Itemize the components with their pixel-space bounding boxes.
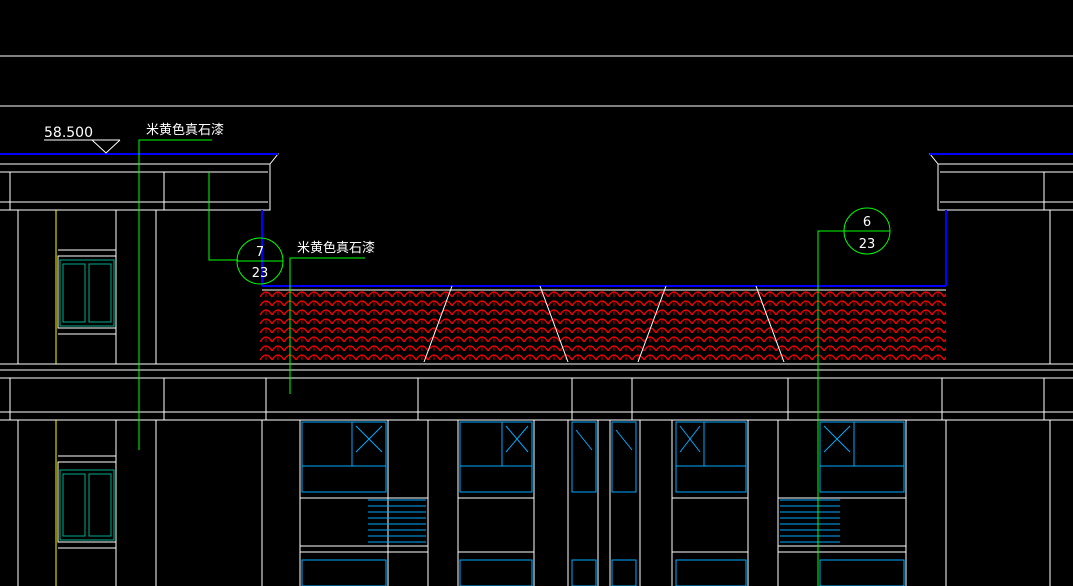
- lower-windows: [301, 421, 905, 586]
- material-note-2: 米黄色真石漆: [297, 240, 375, 256]
- elevation-label: 58.500: [44, 125, 93, 141]
- material-note-1: 米黄色真石漆: [146, 122, 224, 138]
- elevation-marker: 58.500: [44, 125, 121, 154]
- callout-right-sheet: 23: [859, 237, 876, 252]
- cad-elevation-drawing: 58.500 米黄色真石漆 米黄色真石漆 7 23 6 23: [0, 55, 1073, 586]
- callout-left-sheet: 23: [252, 266, 269, 281]
- detail-callout-right: 6 23: [843, 207, 891, 255]
- reference-lines: [0, 55, 1073, 107]
- callout-left-number: 7: [256, 245, 264, 260]
- leader-lines: [138, 139, 845, 586]
- lower-facade-columns: [17, 420, 1051, 586]
- lower-left-window: [59, 469, 115, 541]
- upper-left-window: [59, 259, 115, 327]
- balcony-balusters: [368, 499, 840, 543]
- floor-band: [0, 363, 1073, 421]
- detail-callout-left: 7 23: [236, 237, 284, 285]
- callout-right-number: 6: [863, 215, 871, 230]
- right-cornice: [928, 153, 1073, 286]
- roof-tile-hatch: [260, 291, 946, 362]
